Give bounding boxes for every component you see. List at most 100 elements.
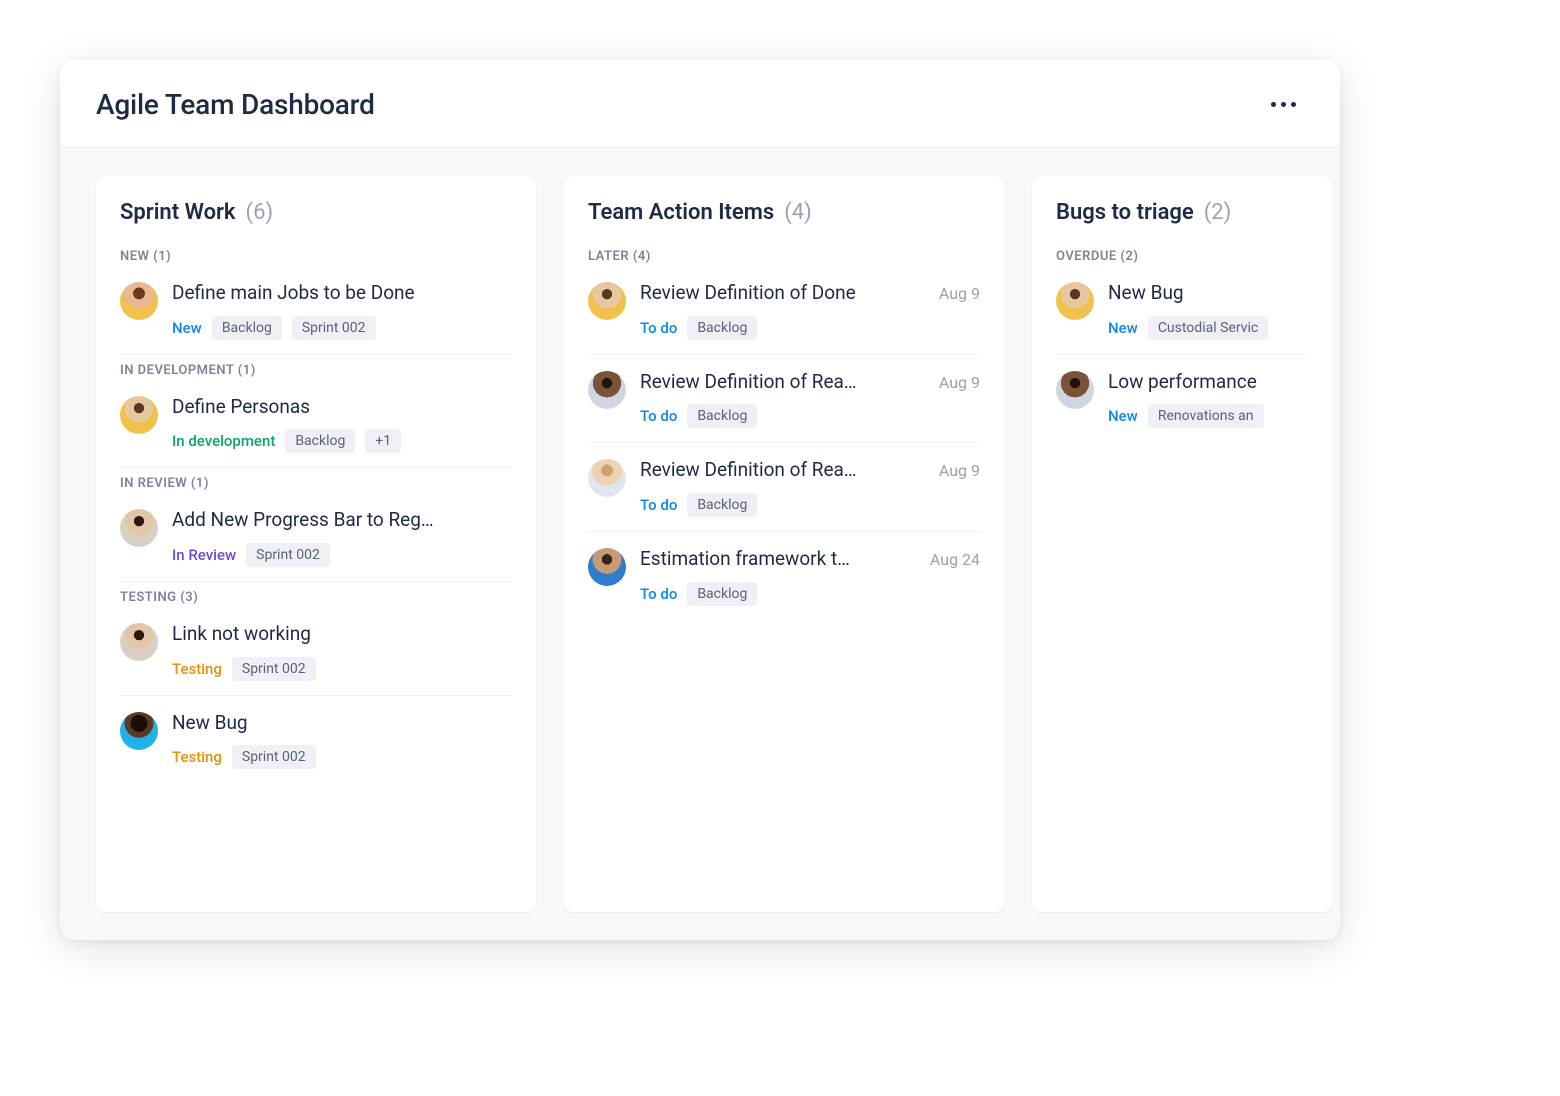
avatar	[120, 396, 158, 434]
card-title: Estimation framework t…	[640, 546, 850, 572]
card-tags: NewCustodial Servic	[1108, 316, 1308, 340]
avatar	[120, 712, 158, 750]
column-title: Sprint Work	[120, 200, 236, 225]
column-header: Bugs to triage (2)	[1056, 200, 1308, 225]
task-card[interactable]: Low performance New Renovations an	[1056, 355, 1308, 443]
task-card[interactable]: Estimation framework t… Aug 24 To do Backlo…	[588, 532, 980, 620]
card-title: Define Personas	[172, 394, 310, 420]
card-body: New Bug NewCustodial Servic	[1108, 280, 1308, 340]
status-badge: To do	[640, 585, 677, 603]
status-badge: New	[1108, 407, 1138, 425]
task-card[interactable]: Review Definition of Rea… Aug 9 To do Backl…	[588, 443, 980, 532]
section-label: TESTING (3)	[120, 590, 512, 605]
card-title-row: Link not working	[172, 621, 512, 647]
status-badge: To do	[640, 496, 677, 514]
task-card[interactable]: New Bug NewCustodial Servic	[1056, 266, 1308, 355]
section-label: OVERDUE (2)	[1056, 249, 1308, 264]
dots-icon	[1271, 102, 1276, 107]
avatar	[120, 282, 158, 320]
task-card[interactable]: Link not working Testing Sprint 002	[120, 607, 512, 696]
card-title: New Bug	[1108, 280, 1184, 306]
tag-pill[interactable]: Backlog	[687, 316, 757, 340]
status-badge: To do	[640, 319, 677, 337]
card-date: Aug 24	[930, 550, 980, 569]
card-title: Review Definition of Rea…	[640, 457, 857, 483]
card-body: Review Definition of Rea… Aug 9 To do Backl…	[640, 369, 980, 429]
card-title: Link not working	[172, 621, 311, 647]
tag-pill[interactable]: Custodial Servic	[1148, 316, 1268, 340]
card-tags: To do Backlog	[640, 404, 980, 428]
column-count: (4)	[784, 200, 812, 225]
card-body: Estimation framework t… Aug 24 To do Backlo…	[640, 546, 980, 606]
tag-pill[interactable]: Sprint 002	[232, 745, 316, 769]
task-card[interactable]: New Bug Testing Sprint 002	[120, 696, 512, 784]
status-badge: To do	[640, 407, 677, 425]
card-body: Review Definition of Done Aug 9 To do Backl…	[640, 280, 980, 340]
card-body: Define main Jobs to be DoneNewBacklogSpr…	[172, 280, 512, 340]
tag-pill[interactable]: Sprint 002	[292, 316, 376, 340]
card-body: Link not working Testing Sprint 002	[172, 621, 512, 681]
tag-pill[interactable]: Backlog	[687, 404, 757, 428]
avatar	[1056, 282, 1094, 320]
card-tags: Testing Sprint 002	[172, 657, 512, 681]
section-label: NEW (1)	[120, 249, 512, 264]
tag-pill[interactable]: Sprint 002	[246, 543, 330, 567]
card-title-row: Define Personas	[172, 394, 512, 420]
card-title: Review Definition of Done	[640, 280, 856, 306]
avatar	[588, 459, 626, 497]
avatar	[120, 509, 158, 547]
card-title-row: Review Definition of Rea… Aug 9	[640, 369, 980, 395]
card-title: New Bug	[172, 710, 248, 736]
card-tags: To do Backlog	[640, 316, 980, 340]
card-title-row: Add New Progress Bar to Reg…	[172, 507, 512, 533]
column-count: (2)	[1204, 200, 1232, 225]
column: Sprint Work(6)NEW (1)Define main Jobs to…	[96, 176, 536, 912]
card-title-row: Review Definition of Done Aug 9	[640, 280, 980, 306]
tag-pill[interactable]: Backlog	[285, 429, 355, 453]
card-title: Define main Jobs to be Done	[172, 280, 415, 306]
avatar	[120, 623, 158, 661]
task-card[interactable]: Add New Progress Bar to Reg…In ReviewSpr…	[120, 493, 512, 582]
status-badge: Testing	[172, 660, 222, 678]
card-body: Review Definition of Rea… Aug 9 To do Backl…	[640, 457, 980, 517]
dots-icon	[1291, 102, 1296, 107]
status-badge: Testing	[172, 748, 222, 766]
tag-pill[interactable]: Backlog	[687, 493, 757, 517]
card-body: Low performance New Renovations an	[1108, 369, 1308, 429]
column: Team Action Items(4)LATER (4)Review Defi…	[564, 176, 1004, 912]
card-date: Aug 9	[939, 284, 980, 303]
card-date: Aug 9	[939, 373, 980, 392]
board: Sprint Work(6)NEW (1)Define main Jobs to…	[60, 148, 1340, 940]
avatar	[588, 282, 626, 320]
tag-pill[interactable]: Backlog	[687, 582, 757, 606]
card-tags: To do Backlog	[640, 582, 980, 606]
section-label: IN REVIEW (1)	[120, 476, 512, 491]
status-badge: In development	[172, 432, 275, 450]
tag-pill[interactable]: +1	[365, 429, 401, 453]
card-title-row: Estimation framework t… Aug 24	[640, 546, 980, 572]
dots-icon	[1281, 102, 1286, 107]
card-title: Add New Progress Bar to Reg…	[172, 507, 434, 533]
card-tags: New Renovations an	[1108, 404, 1308, 428]
column-title: Bugs to triage	[1056, 200, 1194, 225]
dashboard-window: Agile Team Dashboard Sprint Work(6)NEW (…	[60, 60, 1340, 940]
tag-pill[interactable]: Backlog	[212, 316, 282, 340]
task-card[interactable]: Review Definition of Rea… Aug 9 To do Backl…	[588, 355, 980, 444]
card-tags: In development Backlog +1	[172, 429, 512, 453]
tag-pill[interactable]: Renovations an	[1148, 404, 1264, 428]
column: Bugs to triage(2)OVERDUE (2)New BugNewCu…	[1032, 176, 1332, 912]
avatar	[1056, 371, 1094, 409]
card-date: Aug 9	[939, 461, 980, 480]
task-card[interactable]: Review Definition of Done Aug 9 To do Backl…	[588, 266, 980, 355]
task-card[interactable]: Define main Jobs to be DoneNewBacklogSpr…	[120, 266, 512, 355]
tag-pill[interactable]: Sprint 002	[232, 657, 316, 681]
card-tags: Testing Sprint 002	[172, 745, 512, 769]
card-title: Review Definition of Rea…	[640, 369, 857, 395]
card-tags: To do Backlog	[640, 493, 980, 517]
avatar	[588, 371, 626, 409]
more-options-button[interactable]	[1263, 94, 1304, 115]
card-title-row: Low performance	[1108, 369, 1308, 395]
card-title-row: Define main Jobs to be Done	[172, 280, 512, 306]
card-title: Low performance	[1108, 369, 1257, 395]
task-card[interactable]: Define Personas In development Backlog +1	[120, 380, 512, 469]
